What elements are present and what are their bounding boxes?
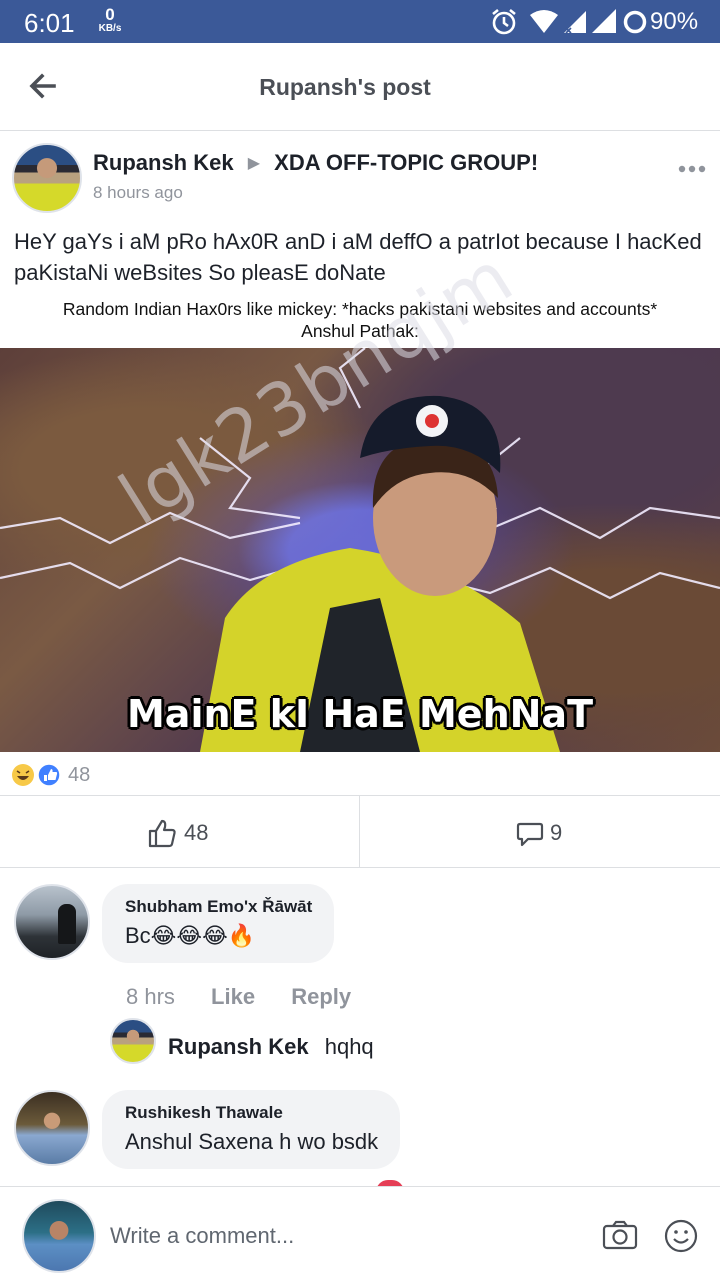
post-author-name[interactable]: Rupansh Kek (93, 150, 234, 175)
reply-preview[interactable]: Rupansh Kek hqhq (168, 1034, 374, 1060)
camera-icon[interactable] (602, 1220, 638, 1250)
current-user-avatar (22, 1199, 96, 1273)
replier-name[interactable]: Rupansh Kek (168, 1034, 309, 1059)
battery-level: 90% (650, 8, 699, 35)
comment-composer: Write a comment... (0, 1186, 720, 1280)
comment-reply-link[interactable]: Reply (291, 984, 351, 1009)
haha-reaction-icon (12, 764, 34, 786)
status-bar: 6:01 0 KB/s 90% (0, 0, 720, 43)
reactions-summary[interactable]: 48 (0, 752, 720, 796)
comment-text: Anshul Saxena h wo bsdk (125, 1129, 379, 1154)
commenter-name[interactable]: Shubham Emo'x Řāwāt (125, 897, 312, 917)
caret-right-icon: ▶ (247, 155, 261, 172)
like-count: 48 (184, 820, 209, 845)
page-title: Rupansh's post (259, 74, 431, 100)
comment-time: 8 hrs (126, 984, 175, 1009)
comment-text: Bc😂😂😂🔥 (125, 923, 256, 948)
comment-bubble[interactable]: Rushikesh Thawale Anshul Saxena h wo bsd… (102, 1090, 401, 1169)
like-button[interactable]: 48 (0, 796, 360, 868)
comment-meta: 8 hrs Like Reply (126, 984, 381, 1010)
post-text: HeY gaYs i aM pRo hAx0R anD i aM deffO a… (14, 229, 702, 285)
meme-image-text: MainE kI HaE MehNaT (126, 692, 593, 736)
comment-bubble[interactable]: Shubham Emo'x Řāwāt Bc😂😂😂🔥 (102, 884, 335, 963)
wifi-icon (530, 10, 558, 33)
like-reaction-icon (37, 763, 61, 787)
commenter-name[interactable]: Rushikesh Thawale (125, 1103, 378, 1123)
thumbs-up-icon (148, 819, 176, 848)
app-bar: Rupansh's post (0, 43, 720, 131)
emoji-icon[interactable] (664, 1219, 698, 1253)
network-speed: 0 KB/s (96, 6, 124, 34)
data-saver-icon (623, 10, 647, 34)
comment-like-link[interactable]: Like (211, 984, 255, 1009)
post-header: Rupansh Kek ▶ XDA OFF-TOPIC GROUP! 8 hou… (0, 131, 720, 221)
replier-avatar[interactable] (110, 1018, 156, 1064)
author-avatar[interactable] (12, 143, 82, 213)
comment-button[interactable]: 9 (360, 796, 720, 868)
status-time: 6:01 (24, 8, 75, 38)
post-author-line: Rupansh Kek ▶ XDA OFF-TOPIC GROUP! (93, 150, 538, 176)
commenter-avatar[interactable] (14, 1090, 90, 1166)
post-group-name[interactable]: XDA OFF-TOPIC GROUP! (274, 150, 538, 175)
post-action-bar: 48 9 (0, 796, 720, 868)
alarm-icon (492, 8, 516, 35)
status-icons (492, 8, 647, 35)
reaction-count: 48 (68, 764, 91, 786)
reaction-icons (12, 763, 61, 787)
signal-icon-2 (592, 9, 616, 33)
more-options-icon[interactable] (678, 165, 706, 173)
network-speed-value: 0 (105, 5, 115, 24)
signal-icon (564, 11, 586, 34)
comment-input[interactable]: Write a comment... (110, 1223, 294, 1249)
post-timestamp[interactable]: 8 hours ago (93, 183, 183, 203)
reply-text: hqhq (324, 1034, 374, 1059)
comment-count: 9 (550, 820, 563, 845)
network-speed-unit: KB/s (98, 23, 122, 34)
commenter-avatar[interactable] (14, 884, 90, 960)
comment-icon (516, 822, 544, 847)
